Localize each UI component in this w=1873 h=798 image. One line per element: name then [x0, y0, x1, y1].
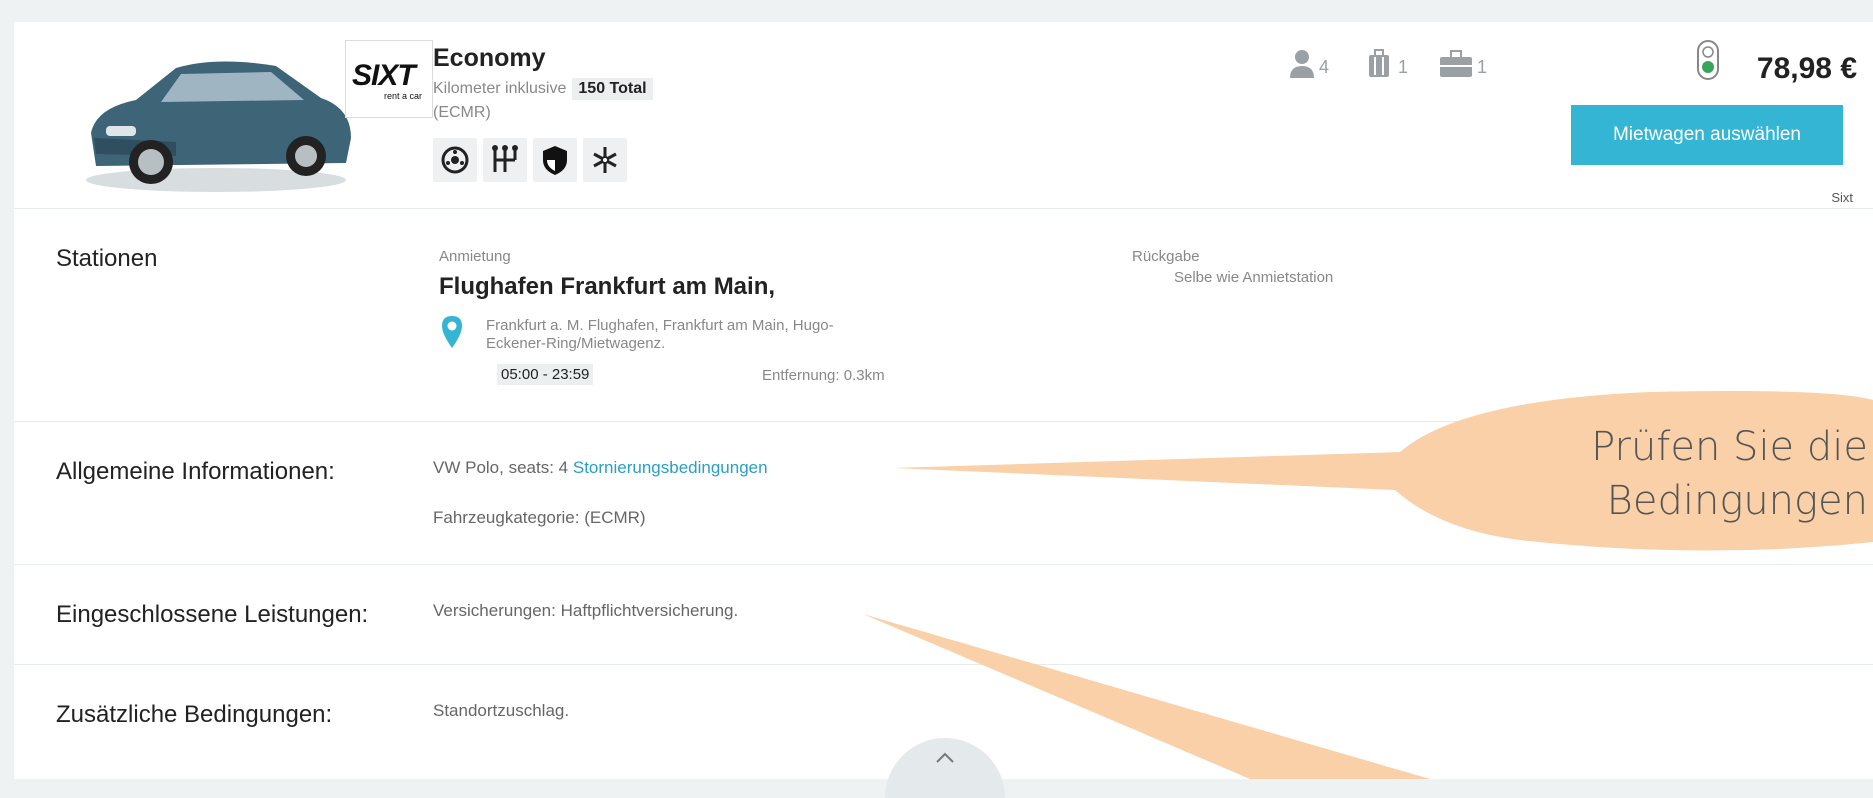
- callout-text: Prüfen Sie die Bedingungen: [1591, 424, 1868, 524]
- callout-bubble: [863, 391, 1873, 779]
